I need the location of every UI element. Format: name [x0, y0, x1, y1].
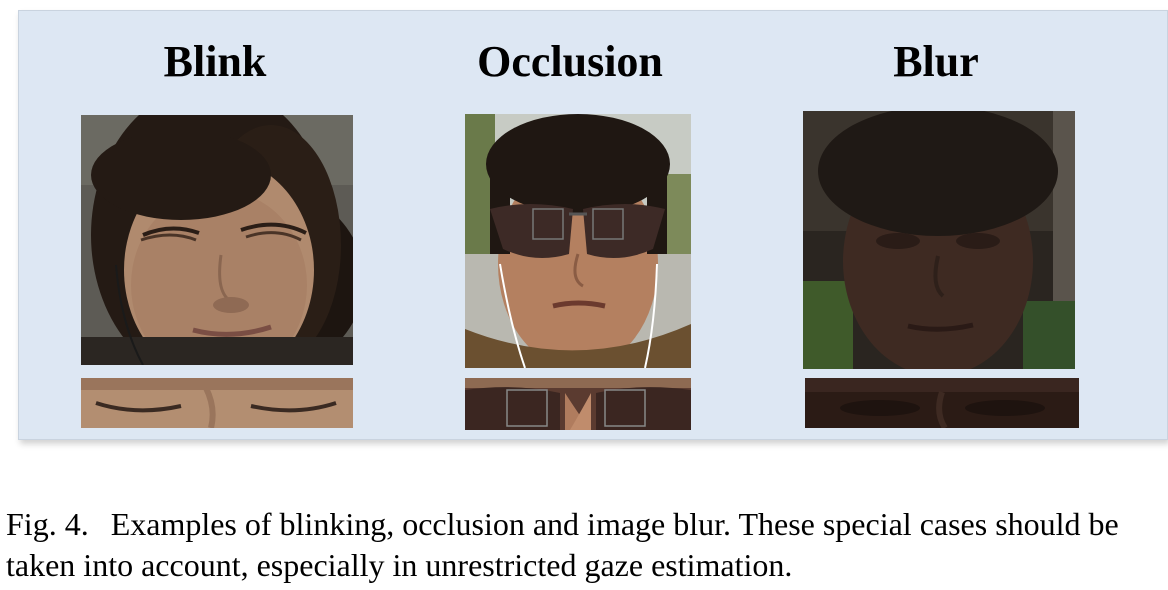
occlusion-face-image [465, 114, 691, 368]
blink-face-image [81, 115, 353, 365]
occlusion-eye-strip-image [465, 378, 691, 430]
blur-face-image [803, 111, 1075, 369]
blur-eye-strip-image [805, 378, 1079, 428]
column-title-blur: Blur [893, 37, 979, 86]
blink-eye-strip-image [81, 378, 353, 428]
figure-caption: Fig. 4. Examples of blinking, occlusion … [6, 504, 1166, 586]
column-title-occlusion: Occlusion [477, 37, 663, 86]
figure-label: Fig. 4. [6, 506, 89, 542]
figure-caption-text: Examples of blinking, occlusion and imag… [6, 506, 1119, 583]
column-title-blink: Blink [163, 37, 267, 86]
